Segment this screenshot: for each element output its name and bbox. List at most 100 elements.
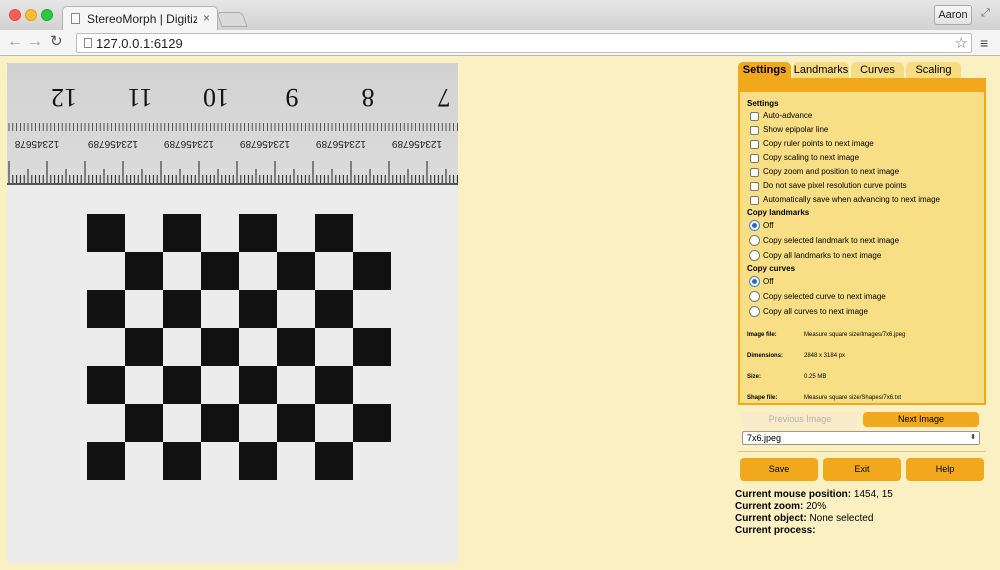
digitizing-image-canvas[interactable]: 12 11 10 9 8 7 12345678 123456789 123456789 12345…	[7, 63, 458, 563]
close-icon[interactable]: ×	[203, 11, 210, 25]
no-pixel-resolution-option[interactable]: Do not save pixel resolution curve point…	[747, 179, 979, 193]
show-epipolar-line-option[interactable]: Show epipolar line	[747, 123, 979, 137]
process-line: Current process:	[735, 525, 995, 537]
tab-curves[interactable]: Curves	[851, 62, 904, 78]
panel-tabs: Settings Landmarks Curves Scaling	[738, 62, 1000, 80]
save-button[interactable]: Save	[740, 458, 818, 481]
checkbox[interactable]	[750, 154, 759, 163]
checkerboard-square	[353, 404, 391, 442]
checkbox[interactable]	[750, 196, 759, 205]
checkerboard-square	[163, 290, 201, 328]
copy-curves-off-option[interactable]: Off	[747, 274, 979, 289]
image-file-label: Image file:	[747, 332, 777, 338]
checkerboard-square	[315, 366, 353, 404]
image-select-value: 7x6.jpeg	[747, 433, 782, 443]
option-label: Off	[763, 221, 774, 230]
checkerboard-square	[125, 404, 163, 442]
shape-file-row: Shape file: Measure square size/Shapes/7x…	[747, 388, 979, 409]
exit-button[interactable]: Exit	[823, 458, 901, 481]
copy-selected-curve-option[interactable]: Copy selected curve to next image	[747, 289, 979, 304]
tab-landmarks[interactable]: Landmarks	[793, 62, 849, 78]
option-label: Auto-advance	[763, 111, 813, 120]
image-file-select[interactable]: 7x6.jpeg ⬍	[742, 431, 980, 445]
process-label: Current process:	[735, 525, 816, 536]
checkbox[interactable]	[750, 182, 759, 191]
ruler-number: 7	[438, 83, 451, 112]
radio-button[interactable]	[749, 276, 760, 287]
ruler-number: 10	[203, 83, 229, 112]
auto-advance-option[interactable]: Auto-advance	[747, 109, 979, 123]
option-label: Copy selected landmark to next image	[763, 236, 900, 245]
copy-zoom-position-option[interactable]: Copy zoom and position to next image	[747, 165, 979, 179]
checkerboard-square	[353, 328, 391, 366]
shape-file-label: Shape file:	[747, 395, 778, 401]
zoom-value: 20%	[803, 501, 827, 512]
radio-button[interactable]	[749, 306, 760, 317]
size-row: Size: 0.25 MB	[747, 367, 979, 388]
new-tab-button[interactable]	[216, 12, 248, 27]
window-close-button[interactable]	[9, 9, 21, 21]
copy-all-landmarks-option[interactable]: Copy all landmarks to next image	[747, 248, 979, 263]
radio-button[interactable]	[749, 220, 760, 231]
checkerboard-square	[163, 366, 201, 404]
back-arrow-icon[interactable]: ←	[7, 34, 23, 50]
window-minimize-button[interactable]	[25, 9, 37, 21]
next-image-button[interactable]: Next Image	[863, 412, 979, 427]
option-label: Copy zoom and position to next image	[763, 167, 900, 176]
option-label: Copy selected curve to next image	[763, 292, 886, 301]
object-label: Current object:	[735, 513, 807, 524]
browser-toolbar: ← → ↻ 127.0.0.1:6129 ☆ ≡	[0, 30, 1000, 56]
divider	[738, 451, 986, 452]
ruler-number: 11	[127, 83, 152, 112]
option-label: Copy all landmarks to next image	[763, 251, 882, 260]
previous-image-button[interactable]: Previous Image	[742, 412, 858, 427]
checkbox[interactable]	[750, 168, 759, 177]
checkerboard-square	[277, 252, 315, 290]
dimensions-label: Dimensions:	[747, 353, 784, 359]
ruler-fine-label: 123456789	[392, 138, 442, 149]
settings-panel: Settings Auto-advance Show epipolar line…	[738, 78, 986, 405]
copy-ruler-points-option[interactable]: Copy ruler points to next image	[747, 137, 979, 151]
checkerboard-square	[239, 366, 277, 404]
window-maximize-button[interactable]	[41, 9, 53, 21]
option-label: Copy ruler points to next image	[763, 139, 874, 148]
copy-all-curves-option[interactable]: Copy all curves to next image	[747, 304, 979, 319]
checkerboard-square	[239, 290, 277, 328]
browser-titlebar: StereoMorph | Digitizing A × Aaron ⤢	[0, 0, 1000, 31]
copy-scaling-option[interactable]: Copy scaling to next image	[747, 151, 979, 165]
help-button[interactable]: Help	[906, 458, 984, 481]
checkerboard-square	[201, 404, 239, 442]
bookmark-star-icon[interactable]: ☆	[955, 34, 968, 52]
checkerboard-square	[87, 290, 125, 328]
mouse-position-value: 1454, 15	[851, 489, 893, 500]
browser-menu-icon[interactable]: ≡	[980, 35, 988, 51]
checkerboard-square	[315, 442, 353, 480]
shape-file-value: Measure square size/Shapes/7x6.txt	[804, 395, 902, 401]
address-bar[interactable]: 127.0.0.1:6129 ☆	[76, 33, 972, 53]
copy-landmarks-off-option[interactable]: Off	[747, 218, 979, 233]
ruler-fine-label: 12345678	[14, 138, 59, 149]
radio-button[interactable]	[749, 291, 760, 302]
ruler-number: 8	[362, 83, 375, 112]
option-label: Copy all curves to next image	[763, 307, 868, 316]
checkbox[interactable]	[750, 126, 759, 135]
checkbox[interactable]	[750, 112, 759, 121]
option-label: Copy scaling to next image	[763, 153, 860, 162]
radio-button[interactable]	[749, 235, 760, 246]
radio-button[interactable]	[749, 250, 760, 261]
checkerboard-square	[277, 328, 315, 366]
forward-arrow-icon[interactable]: →	[27, 34, 43, 50]
checkerboard-square	[163, 442, 201, 480]
user-profile-button[interactable]: Aaron	[934, 5, 972, 25]
auto-save-option[interactable]: Automatically save when advancing to nex…	[747, 193, 979, 207]
checkbox[interactable]	[750, 140, 759, 149]
copy-landmarks-title: Copy landmarks	[747, 208, 810, 217]
checkerboard-square	[163, 214, 201, 252]
browser-tab[interactable]: StereoMorph | Digitizing A ×	[62, 6, 218, 31]
reload-icon[interactable]: ↻	[50, 34, 63, 50]
copy-selected-landmark-option[interactable]: Copy selected landmark to next image	[747, 233, 979, 248]
tab-scaling[interactable]: Scaling	[906, 62, 961, 78]
fullscreen-icon[interactable]: ⤢	[981, 7, 990, 20]
zoom-label: Current zoom:	[735, 501, 804, 512]
checkerboard-square	[315, 214, 353, 252]
